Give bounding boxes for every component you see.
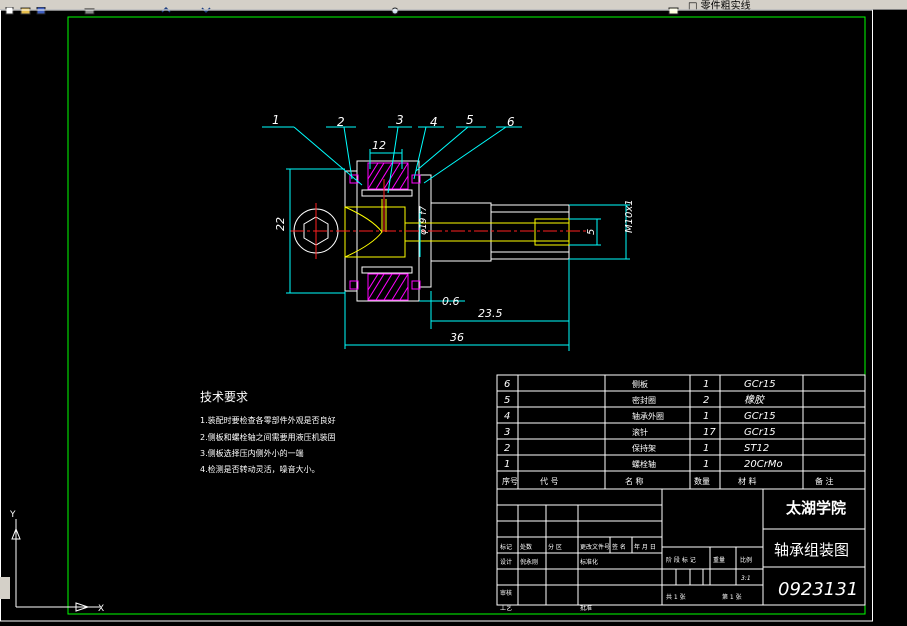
title-block: 太湖学院 轴承组装图 0923131 标记 处数 分 区 更改文件号 签 名 年… xyxy=(496,488,866,612)
header-name: 名 称 xyxy=(625,476,644,486)
drawing-canvas[interactable]: 1 2 3 4 5 6 12 22 φ19 f7 M10x1 5 0.6 23.… xyxy=(0,9,907,622)
leaders xyxy=(262,126,522,194)
parts-cell-qty: 1 xyxy=(703,411,709,422)
dim-total-len: 36 xyxy=(450,331,464,344)
needle-bottom xyxy=(361,266,413,274)
label-count: 处数 xyxy=(520,543,532,551)
label-design: 设计 xyxy=(500,558,512,566)
balloon-5: 5 xyxy=(466,113,474,127)
technical-notes: 技术要求 1.装配时要检查各零部件外观是否良好 2.侧板和螺栓轴之间需要用液压机… xyxy=(200,390,336,474)
balloon-3: 3 xyxy=(396,113,404,127)
parts-cell-name: 滚针 xyxy=(632,427,648,437)
designer-name: 倪永刚 xyxy=(520,558,538,566)
dim-shaft-len: 23.5 xyxy=(478,307,503,320)
parts-cell-no: 5 xyxy=(504,395,510,406)
parts-cell-name: 轴承外圈 xyxy=(632,411,664,421)
balloon-6: 6 xyxy=(507,115,515,129)
parts-cell-name: 侧板 xyxy=(632,379,648,389)
hatch-bottom xyxy=(367,273,409,301)
label-scale: 比例 xyxy=(740,556,752,564)
parts-cell-no: 2 xyxy=(504,443,510,454)
drawing-name: 轴承组装图 xyxy=(774,541,849,559)
parts-cell-no: 1 xyxy=(504,459,510,470)
parts-cell-name: 密封圈 xyxy=(632,395,656,405)
label-sign: 签 名 xyxy=(612,543,626,551)
parts-cell-material: GCr15 xyxy=(744,427,776,438)
scale-value: 3:1 xyxy=(741,575,751,582)
shaft-collar xyxy=(430,202,492,262)
undo-icon[interactable] xyxy=(160,0,172,13)
label-sheets: 共 1 张 xyxy=(666,593,686,601)
header-material: 材 料 xyxy=(738,476,757,486)
drawing-frame xyxy=(67,16,866,615)
header-note: 备 注 xyxy=(815,476,834,486)
parts-cell-qty: 17 xyxy=(703,427,716,438)
parts-cell-material: ST12 xyxy=(744,443,769,454)
label-zone: 分 区 xyxy=(548,543,562,551)
sheet-border xyxy=(0,9,873,622)
dimension-lines xyxy=(286,149,630,351)
label-sheet: 第 1 张 xyxy=(722,593,742,601)
balloon-1: 1 xyxy=(272,113,280,127)
balloon-4: 4 xyxy=(430,115,438,129)
dim-bore: φ19 f7 xyxy=(419,206,429,235)
bolt-head-arc xyxy=(344,206,383,258)
properties-icon[interactable] xyxy=(668,0,680,15)
drawing-number: 0923131 xyxy=(778,579,858,600)
note-line-3: 3.侧板选择压内侧外小的一端 xyxy=(200,448,304,458)
side-toolbar[interactable] xyxy=(0,577,10,599)
parts-cell-material: GCr15 xyxy=(744,411,776,422)
dim-shoulder: 0.6 xyxy=(442,295,460,308)
open-icon[interactable] xyxy=(20,0,32,15)
dim-top-width: 12 xyxy=(372,139,386,152)
parts-cell-material: 橡胶 xyxy=(744,394,766,406)
label-change-doc: 更改文件号 xyxy=(580,543,610,551)
zoom-icon[interactable] xyxy=(390,0,402,15)
label-review: 审核 xyxy=(500,589,512,597)
label-mark: 标记 xyxy=(500,543,512,551)
dim-height: 22 xyxy=(274,217,287,231)
notes-title: 技术要求 xyxy=(200,390,248,404)
label-date: 年 月 日 xyxy=(634,543,656,551)
header-no: 序号 xyxy=(502,476,518,486)
note-line-1: 1.装配时要检查各零部件外观是否良好 xyxy=(200,415,336,425)
assembly-view: 1 2 3 4 5 6 12 22 φ19 f7 M10x1 5 0.6 23.… xyxy=(262,113,635,351)
school-name: 太湖学院 xyxy=(786,499,846,517)
parts-cell-qty: 1 xyxy=(703,443,709,454)
svg-text:X: X xyxy=(98,604,104,614)
redo-icon[interactable] xyxy=(200,0,212,14)
parts-cell-qty: 1 xyxy=(703,459,709,470)
parts-list: 6 侧板 1 GCr15 5 密封圈 2 橡胶 4 轴承外圈 1 GCr15 3 滚针 17 GCr15 2 保持… xyxy=(496,374,866,490)
svg-text:Y: Y xyxy=(9,510,16,520)
parts-cell-material: GCr15 xyxy=(744,379,776,390)
ucs-icon: Y X xyxy=(9,510,104,614)
header-code: 代 号 xyxy=(540,476,559,486)
parts-cell-no: 3 xyxy=(504,427,510,438)
parts-cell-qty: 2 xyxy=(703,395,709,406)
header-qty: 数量 xyxy=(694,476,710,486)
parts-cell-name: 螺栓轴 xyxy=(632,459,656,469)
needle-top xyxy=(361,189,413,197)
label-process: 工艺 xyxy=(500,604,512,612)
dim-thread-depth: 5 xyxy=(586,229,597,235)
note-line-2: 2.侧板和螺栓轴之间需要用液压机装固 xyxy=(200,432,336,442)
bolt-core xyxy=(344,206,406,258)
print-icon[interactable] xyxy=(84,0,96,15)
balloon-2: 2 xyxy=(337,115,345,129)
parts-cell-no: 6 xyxy=(504,379,510,390)
save-icon[interactable] xyxy=(36,0,48,15)
parts-cell-qty: 1 xyxy=(703,379,709,390)
label-weight: 重量 xyxy=(713,556,725,564)
note-line-4: 4.检测是否转动灵活，噪音大小。 xyxy=(200,464,320,474)
shaft-thread xyxy=(490,204,570,260)
label-approve: 批准 xyxy=(580,604,592,612)
label-standardize: 标准化 xyxy=(580,558,598,566)
parts-cell-material: 20CrMo xyxy=(744,459,783,470)
label-stage-mark: 阶 段 标 记 xyxy=(666,556,696,564)
parts-cell-no: 4 xyxy=(504,411,510,422)
dim-thread: M10x1 xyxy=(624,199,635,233)
new-icon[interactable] xyxy=(4,0,16,15)
parts-cell-name: 保持架 xyxy=(632,443,656,453)
